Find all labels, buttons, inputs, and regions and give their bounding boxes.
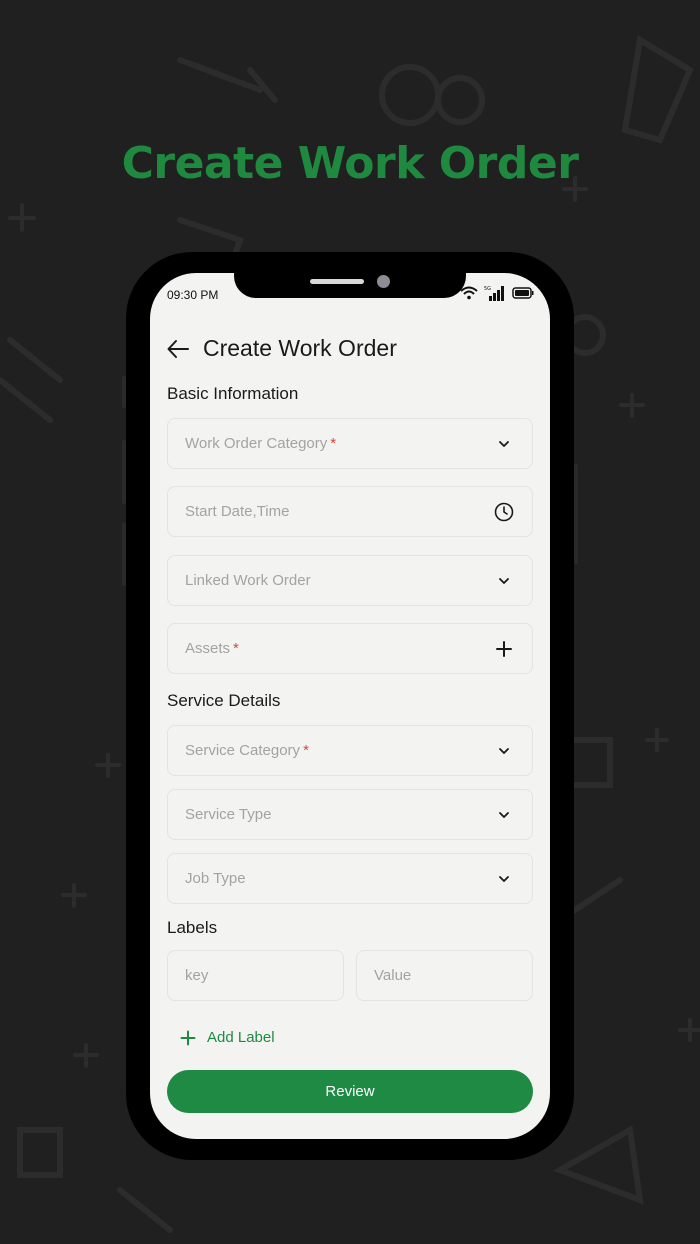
phone-screen: 09:30 PM 5G Create Work Order Basic Info…	[150, 273, 550, 1139]
section-labels: Labels	[167, 918, 218, 937]
network-type: 5G	[484, 286, 491, 292]
start-date-time-placeholder: Start Date,Time	[185, 503, 290, 520]
chevron-down-icon	[493, 804, 515, 826]
work-order-category-placeholder: Work Order Category	[185, 435, 328, 452]
work-order-category-select[interactable]: Work Order Category *	[167, 418, 533, 469]
service-type-select[interactable]: Service Type	[167, 789, 533, 840]
front-camera	[377, 275, 390, 288]
battery-icon	[512, 287, 534, 299]
assets-field[interactable]: Assets *	[167, 623, 533, 674]
label-key-placeholder: key	[185, 967, 209, 984]
assets-placeholder: Assets	[185, 640, 231, 657]
status-time: 09:30 PM	[167, 288, 219, 302]
job-type-select[interactable]: Job Type	[167, 853, 533, 904]
add-label-button[interactable]: Add Label	[180, 1029, 275, 1046]
job-type-placeholder: Job Type	[185, 870, 246, 887]
phone-volume-down-button	[122, 522, 126, 586]
chevron-down-icon	[493, 740, 515, 762]
required-marker: *	[303, 742, 309, 759]
phone-volume-up-button	[122, 440, 126, 504]
hero-title: Create Work Order	[121, 138, 579, 189]
review-button[interactable]: Review	[167, 1070, 533, 1113]
wifi-icon	[460, 286, 478, 300]
section-service-details: Service Details	[167, 691, 281, 710]
phone-power-button	[574, 464, 578, 564]
linked-work-order-placeholder: Linked Work Order	[185, 572, 311, 589]
plus-icon	[180, 1030, 196, 1045]
notch	[234, 273, 466, 298]
required-marker: *	[330, 435, 337, 452]
section-basic-information: Basic Information	[167, 384, 299, 403]
clock-icon[interactable]	[493, 501, 515, 523]
signal-icon: 5G	[484, 286, 504, 301]
phone-mute-button	[122, 376, 126, 408]
plus-icon[interactable]	[493, 638, 515, 660]
chevron-down-icon	[493, 868, 515, 890]
required-marker: *	[233, 640, 239, 657]
start-date-time-field[interactable]: Start Date,Time	[167, 486, 533, 537]
label-value-placeholder: Value	[374, 967, 412, 984]
back-button[interactable]	[166, 337, 190, 361]
page-title: Create Work Order	[203, 335, 397, 361]
speaker	[310, 279, 364, 284]
add-label-text: Add Label	[207, 1029, 275, 1046]
status-icons: 5G	[460, 285, 534, 301]
label-value-input[interactable]: Value	[356, 950, 533, 1001]
service-category-select[interactable]: Service Category *	[167, 725, 533, 776]
service-type-placeholder: Service Type	[185, 806, 272, 823]
arrow-left-icon	[167, 339, 189, 358]
linked-work-order-select[interactable]: Linked Work Order	[167, 555, 533, 606]
chevron-down-icon	[493, 433, 515, 455]
label-key-input[interactable]: key	[167, 950, 344, 1001]
app-header: Create Work Order	[166, 335, 397, 362]
chevron-down-icon	[493, 570, 515, 592]
service-category-placeholder: Service Category	[185, 742, 301, 759]
